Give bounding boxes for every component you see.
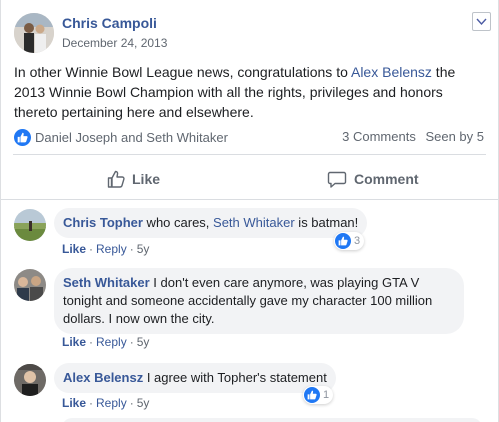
comment-text: I agree with Topher's statement [143, 370, 327, 385]
like-button[interactable]: Like [106, 164, 160, 194]
post-counts: 3 Comments Seen by 5 [342, 129, 484, 144]
mention-link[interactable]: Seth Whitaker [213, 215, 295, 230]
comment-time[interactable]: 5y [137, 242, 150, 256]
comments-count[interactable]: 3 Comments [342, 129, 416, 144]
like-button-label: Like [132, 171, 161, 187]
reaction-count-value: 1 [323, 389, 330, 401]
comment-time[interactable]: 5y [137, 335, 150, 349]
like-reaction-icon [304, 387, 320, 403]
commenter-avatar[interactable] [14, 269, 46, 301]
like-reaction-icon [335, 233, 351, 249]
comment-like-link[interactable]: Like [62, 396, 86, 410]
comment-text: is batman! [294, 215, 359, 230]
commenter-avatar[interactable] [14, 209, 46, 241]
comment-text: who cares, [142, 215, 214, 230]
post-options-button[interactable] [472, 12, 491, 31]
comment-time[interactable]: 5y [137, 396, 150, 410]
commenter-name[interactable]: Chris Topher [63, 215, 143, 230]
seen-by[interactable]: Seen by 5 [425, 129, 484, 144]
post-date[interactable]: December 24, 2013 [62, 36, 167, 50]
comment-reaction-count[interactable]: 1 [303, 386, 334, 404]
comment-button-label: Comment [354, 171, 419, 187]
commenter-name[interactable]: Seth Whitaker [63, 275, 150, 290]
comment-reply-link[interactable]: Reply [96, 396, 127, 410]
commenter-avatar[interactable] [14, 364, 46, 396]
comment-bubble: Chris Topher who cares, Seth Whitaker is… [54, 208, 368, 238]
comment-reply-link[interactable]: Reply [96, 242, 127, 256]
comment-actions: Like · Reply · 5y [62, 396, 150, 410]
comment-like-link[interactable]: Like [62, 335, 86, 349]
author-avatar[interactable] [14, 13, 54, 53]
divider [13, 154, 486, 155]
comment-like-link[interactable]: Like [62, 242, 86, 256]
post-text-before: In other Winnie Bowl League news, congra… [14, 64, 351, 80]
comment-button[interactable]: Comment [327, 164, 419, 194]
reaction-count-value: 3 [354, 235, 361, 247]
reactions-summary[interactable]: Daniel Joseph and Seth Whitaker [14, 128, 228, 146]
author-name[interactable]: Chris Campoli [62, 15, 157, 31]
like-reaction-icon [14, 128, 31, 146]
comment-input[interactable] [62, 418, 482, 422]
commenter-name[interactable]: Alex Belensz [63, 370, 143, 385]
comment-actions: Like · Reply · 5y [62, 335, 150, 349]
post-text: In other Winnie Bowl League news, congra… [14, 62, 486, 122]
reactors-names[interactable]: Daniel Joseph and Seth Whitaker [35, 130, 228, 145]
post-card: Chris Campoli December 24, 2013 In other… [0, 0, 499, 422]
comment-reply-link[interactable]: Reply [96, 335, 127, 349]
chevron-down-icon [476, 18, 487, 26]
comment-bubble: Alex Belensz I agree with Topher's state… [54, 363, 336, 393]
comment-reaction-count[interactable]: 3 [334, 232, 365, 250]
tagged-user-link[interactable]: Alex Belensz [351, 64, 432, 80]
comment-icon [327, 171, 347, 188]
divider [1, 199, 498, 200]
comment-actions: Like · Reply · 5y [62, 242, 150, 256]
comment-bubble: Seth Whitaker I don't even care anymore,… [54, 268, 464, 334]
thumbs-up-icon [107, 170, 125, 188]
